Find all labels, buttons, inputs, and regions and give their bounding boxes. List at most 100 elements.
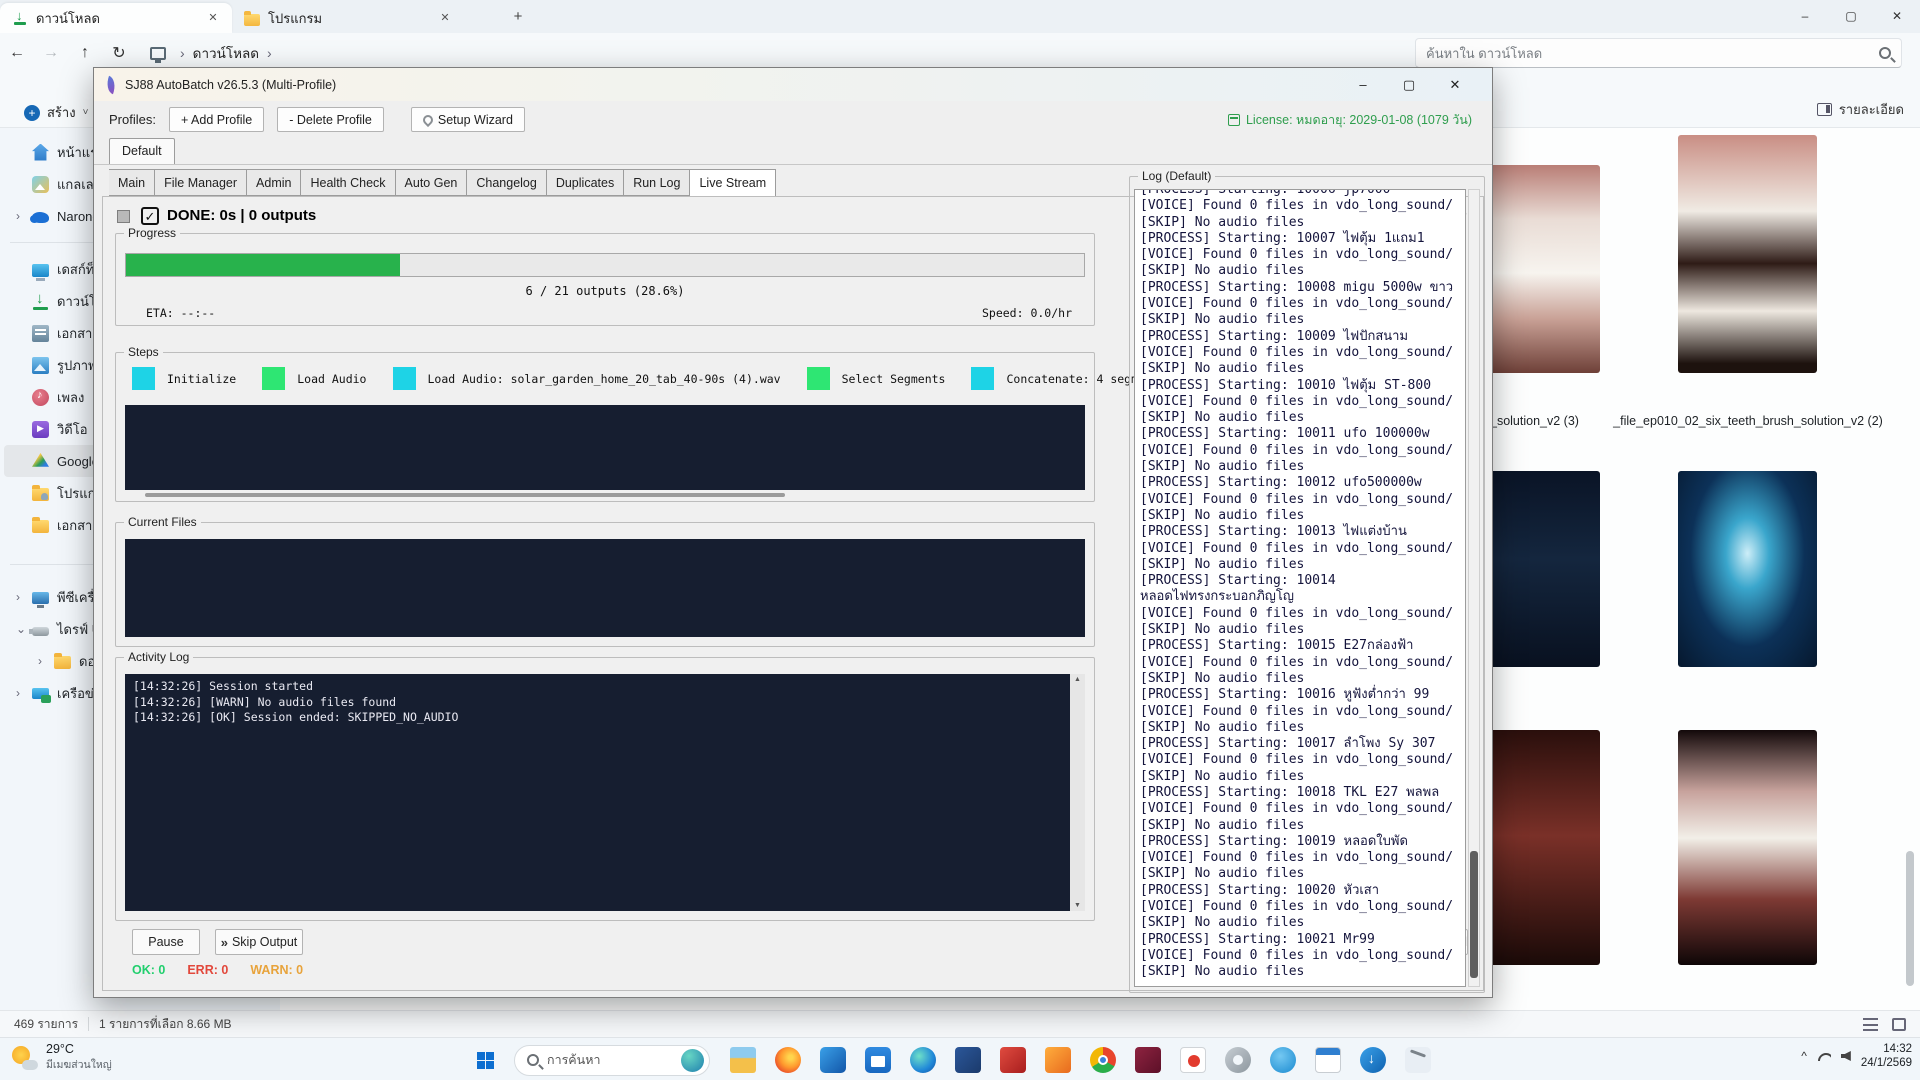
start-button[interactable] xyxy=(468,1043,502,1077)
scrollbar-thumb[interactable] xyxy=(145,493,785,497)
tray-chevron-icon[interactable]: ^ xyxy=(1801,1049,1807,1063)
sidebar-item-icon xyxy=(32,176,49,193)
main-tab[interactable]: File Manager xyxy=(155,169,247,196)
explorer-minimize-button[interactable]: – xyxy=(1782,0,1828,33)
taskbar-icon-microsoft-store[interactable] xyxy=(865,1047,891,1073)
setup-wizard-button[interactable]: Setup Wizard xyxy=(411,107,525,132)
taskbar-icon-orange-app[interactable] xyxy=(1045,1047,1071,1073)
main-tab[interactable]: Auto Gen xyxy=(396,169,468,196)
tab-close-icon[interactable]: ✕ xyxy=(436,9,454,27)
main-tab[interactable]: Main xyxy=(109,169,155,196)
taskbar-app-icons xyxy=(730,1047,1431,1073)
app-title: SJ88 AutoBatch v26.5.3 (Multi-Profile) xyxy=(125,78,336,92)
taskbar-icon-firefox[interactable] xyxy=(775,1047,801,1073)
taskbar-search-box[interactable]: การค้นหา xyxy=(514,1045,710,1076)
file-thumbnail[interactable] xyxy=(1678,135,1817,373)
explorer-maximize-button[interactable]: ▢ xyxy=(1828,0,1874,33)
taskbar-icon-blue-app[interactable] xyxy=(820,1047,846,1073)
weather-temperature: 29°C xyxy=(46,1042,112,1056)
taskbar-icon-download-manager[interactable] xyxy=(1360,1047,1386,1073)
main-tab[interactable]: Live Stream xyxy=(690,169,776,198)
taskbar-clock[interactable]: 14:32 24/1/2569 xyxy=(1861,1042,1912,1070)
refresh-icon[interactable]: ↻ xyxy=(102,43,136,63)
log-output-panel[interactable]: [PROCESS] Starting: 10006 jp7000 [VOICE]… xyxy=(1134,189,1466,987)
scrollbar-thumb[interactable] xyxy=(1470,851,1478,978)
new-button[interactable]: + สร้าง ˅ xyxy=(14,97,98,128)
tab-close-icon[interactable]: ✕ xyxy=(204,9,222,27)
step-chip: Load Audio xyxy=(262,367,366,390)
breadcrumb[interactable]: ดาวน์โหลด xyxy=(193,42,259,64)
pause-button[interactable]: Pause xyxy=(132,929,200,955)
taskbar-icon-settings[interactable] xyxy=(1225,1047,1251,1073)
sidebar-item-label: รูปภาพ xyxy=(57,355,97,376)
taskbar-icon-calendar-app[interactable] xyxy=(1315,1047,1341,1073)
app-title-bar[interactable]: SJ88 AutoBatch v26.5.3 (Multi-Profile) –… xyxy=(94,68,1492,101)
app-maximize-button[interactable]: ▢ xyxy=(1386,68,1432,101)
step-color-swatch xyxy=(807,367,830,390)
wifi-icon[interactable] xyxy=(1817,1051,1831,1061)
app-minimize-button[interactable]: – xyxy=(1340,68,1386,101)
explorer-close-button[interactable]: ✕ xyxy=(1874,0,1920,33)
expander-chevron-icon[interactable]: › xyxy=(16,590,32,604)
up-icon[interactable]: ↑ xyxy=(68,44,102,62)
wrench-icon xyxy=(421,112,435,126)
taskbar-icon-maroon-app[interactable] xyxy=(1135,1047,1161,1073)
log-scrollbar[interactable] xyxy=(1468,189,1480,987)
main-tab[interactable]: Changelog xyxy=(467,169,546,196)
activity-log-label: Activity Log xyxy=(124,650,193,664)
taskbar-weather-widget[interactable]: 29°C มีเมฆส่วนใหญ่ xyxy=(10,1042,112,1073)
taskbar-icon-blue-app-2[interactable] xyxy=(955,1047,981,1073)
details-pane-button[interactable]: รายละเอียด xyxy=(1817,99,1904,120)
new-button-label: สร้าง xyxy=(47,102,76,123)
forward-icon[interactable]: → xyxy=(34,44,68,62)
main-tab[interactable]: Duplicates xyxy=(547,169,624,196)
back-icon[interactable]: ← xyxy=(0,44,34,62)
taskbar-icon-file-explorer[interactable] xyxy=(730,1047,756,1073)
scroll-up-icon[interactable]: ▲ xyxy=(1070,676,1085,683)
items-count: 469 รายการ xyxy=(14,1015,78,1034)
steps-horizontal-scrollbar[interactable] xyxy=(125,493,1085,498)
taskbar-icon-chrome[interactable] xyxy=(1090,1047,1116,1073)
add-profile-button[interactable]: + Add Profile xyxy=(169,107,264,132)
taskbar-icon-autobatch-app[interactable] xyxy=(1405,1047,1431,1073)
volume-icon[interactable] xyxy=(1841,1051,1851,1061)
new-tab-button[interactable]: + xyxy=(505,4,531,30)
main-tab[interactable]: Run Log xyxy=(624,169,690,196)
skip-output-button[interactable]: » Skip Output xyxy=(215,929,303,955)
screen: ดาวน์โหลด ✕ โปรแกรม ✕ + – ▢ ✕ ← → ↑ ↻ › xyxy=(0,0,1920,1080)
expander-chevron-icon[interactable]: › xyxy=(16,686,32,700)
details-pane-icon xyxy=(1817,103,1832,116)
taskbar-icon-acrobat[interactable] xyxy=(1180,1047,1206,1073)
sidebar-item-icon xyxy=(54,656,71,669)
file-thumbnail[interactable] xyxy=(1678,471,1817,667)
expander-chevron-icon[interactable]: › xyxy=(38,654,54,668)
main-tab[interactable]: Health Check xyxy=(301,169,395,196)
file-thumbnail[interactable] xyxy=(1678,730,1817,965)
delete-profile-button[interactable]: - Delete Profile xyxy=(277,107,384,132)
done-status-text: DONE: 0s | 0 outputs xyxy=(167,207,316,224)
explorer-scrollbar[interactable] xyxy=(1906,128,1914,1010)
file-name: _file_ep010_02_six_teeth_brush_solution_… xyxy=(1603,413,1893,429)
main-tab[interactable]: Admin xyxy=(247,169,301,196)
activity-log-scrollbar[interactable]: ▲ ▼ xyxy=(1070,674,1085,911)
clock-time: 14:32 xyxy=(1861,1042,1912,1056)
explorer-tab[interactable]: ดาวน์โหลด ✕ xyxy=(0,3,232,33)
taskbar-icon-red-app[interactable] xyxy=(1000,1047,1026,1073)
explorer-search-input[interactable]: ค้นหาใน ดาวน์โหลด xyxy=(1415,38,1902,68)
search-icon[interactable] xyxy=(1879,47,1891,59)
license-status: License: หมดอายุ: 2029-01-08 (1079 วัน) xyxy=(1228,110,1472,130)
stop-square-icon[interactable] xyxy=(117,210,130,223)
profile-tab-default[interactable]: Default xyxy=(109,138,175,164)
taskbar-icon-skyblue-app[interactable] xyxy=(1270,1047,1296,1073)
progress-group-label: Progress xyxy=(124,226,180,240)
scrollbar-thumb[interactable] xyxy=(1906,851,1914,986)
progress-groupbox: Progress 6 / 21 outputs (28.6%) ETA: --:… xyxy=(115,233,1095,326)
taskbar-center: การค้นหา xyxy=(468,1043,1431,1077)
explorer-tab[interactable]: โปรแกรม ✕ xyxy=(232,3,464,33)
app-close-button[interactable]: ✕ xyxy=(1432,68,1478,101)
details-view-icon[interactable] xyxy=(1863,1018,1878,1031)
thumbnail-view-icon[interactable] xyxy=(1892,1018,1906,1031)
scroll-down-icon[interactable]: ▼ xyxy=(1070,902,1085,909)
breadcrumb-chevron-icon: › xyxy=(172,45,193,61)
taskbar-icon-edge[interactable] xyxy=(910,1047,936,1073)
